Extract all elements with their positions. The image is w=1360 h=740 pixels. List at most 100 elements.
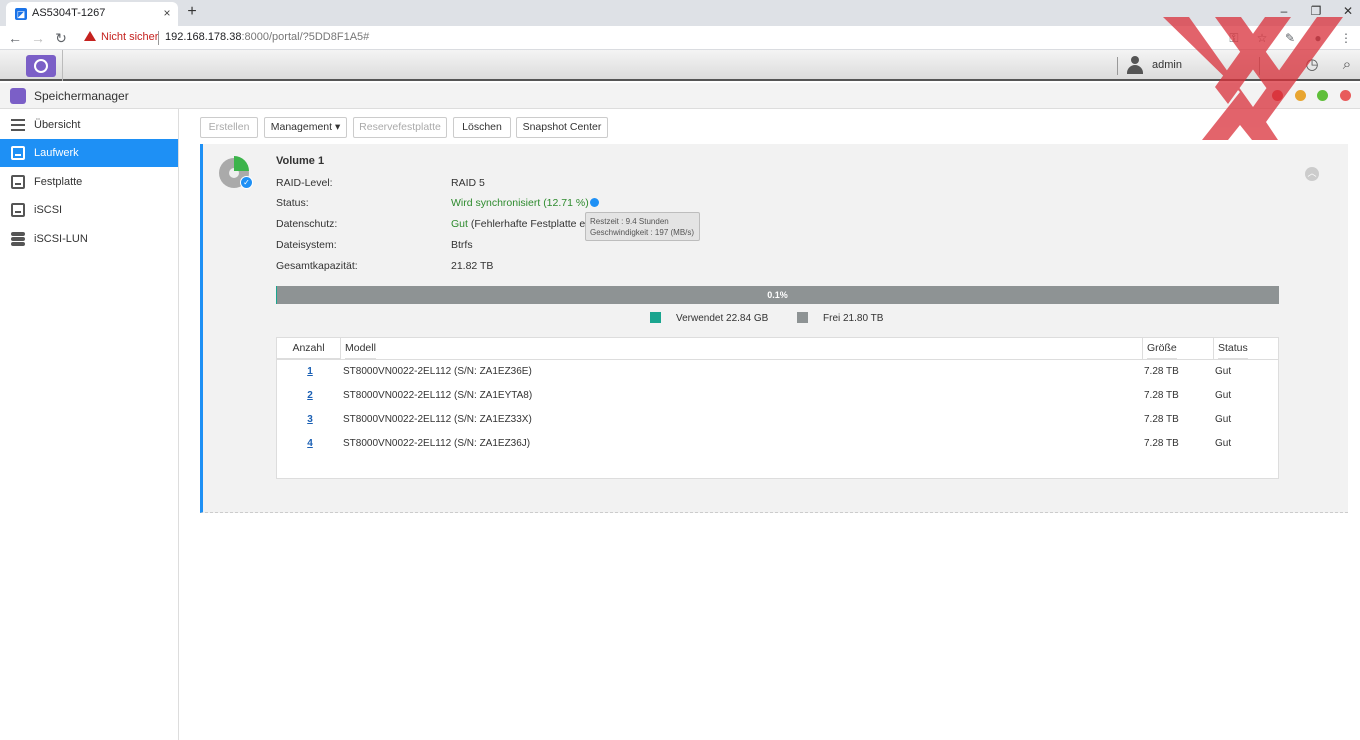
- column-separator: [340, 338, 341, 359]
- url-separator: [158, 31, 159, 45]
- disk-size: 7.28 TB: [1144, 390, 1179, 401]
- window-dot-close[interactable]: [1272, 90, 1283, 101]
- filesystem-label: Dateisystem:: [276, 239, 337, 251]
- sidebar: Übersicht Laufwerk Festplatte iSCSI iSCS…: [0, 109, 179, 740]
- adm-separator: [1259, 57, 1260, 75]
- user-icon[interactable]: [1126, 56, 1144, 74]
- restore-window-button[interactable]: ❐: [1306, 2, 1326, 20]
- info-icon[interactable]: [589, 198, 599, 207]
- table-row: 2 ST8000VN0022-2EL112 (S/N: ZA1EYTA8) 7.…: [277, 384, 1278, 408]
- tooltip-speed: Geschwindigkeit : 197 (MB/s): [590, 228, 695, 237]
- back-arrow-icon[interactable]: ←: [7, 29, 23, 47]
- iscsi-icon: [11, 203, 25, 217]
- disk-number-link[interactable]: 3: [305, 414, 315, 425]
- url-host: 192.168.178.38: [165, 31, 242, 43]
- raid-level-value: RAID 5: [451, 177, 485, 189]
- adm-topbar: admin ◷ ⌕: [0, 50, 1360, 81]
- window-dot-exit[interactable]: [1340, 90, 1351, 101]
- volume-title: Volume 1: [276, 155, 325, 167]
- status-text: Wird synchronisiert (12.71 %): [451, 197, 589, 209]
- minimize-window-button[interactable]: –: [1274, 2, 1294, 20]
- disk-number-link[interactable]: 2: [305, 390, 315, 401]
- sidebar-item-label: Übersicht: [34, 119, 81, 131]
- free-legend-label: Frei 21.80 TB: [823, 313, 884, 324]
- adm-separator: [1117, 57, 1118, 75]
- window-dot-maximize[interactable]: [1317, 90, 1328, 101]
- sidebar-item-disk[interactable]: Festplatte: [0, 168, 178, 196]
- search-icon[interactable]: ⌕: [1337, 55, 1357, 75]
- sidebar-item-iscsi[interactable]: iSCSI: [0, 196, 178, 224]
- sidebar-item-volume[interactable]: Laufwerk: [0, 139, 178, 167]
- raid-level-label: RAID-Level:: [276, 177, 333, 189]
- sidebar-item-overview[interactable]: Übersicht: [0, 111, 178, 139]
- tab-close-icon[interactable]: ×: [160, 5, 174, 21]
- snapshot-center-button[interactable]: Snapshot Center: [516, 117, 608, 138]
- storage-manager-icon: [10, 88, 26, 104]
- username[interactable]: admin: [1152, 59, 1182, 71]
- spare-disk-button[interactable]: Reservefestplatte: [353, 117, 447, 138]
- disk-status: Gut: [1215, 366, 1232, 377]
- capacity-value: 21.82 TB: [451, 260, 494, 272]
- volume-panel: ✓ Volume 1 ︿ RAID-Level: RAID 5 Status: …: [200, 144, 1348, 513]
- url-path: :8000/portal/?5DD8F1A5#: [241, 31, 370, 43]
- sidebar-item-label: Festplatte: [34, 176, 83, 188]
- adm-home-icon[interactable]: [26, 55, 56, 77]
- disk-number-link[interactable]: 1: [305, 366, 315, 377]
- disk-status: Gut: [1215, 390, 1232, 401]
- hard-disk-icon: [11, 175, 25, 189]
- column-separator: [1213, 338, 1214, 359]
- column-separator: [1142, 338, 1143, 359]
- disk-number-link[interactable]: 4: [305, 438, 315, 449]
- usage-percent: 0.1%: [767, 290, 788, 300]
- browser-menu-icon[interactable]: ⋮: [1338, 30, 1354, 46]
- key-icon[interactable]: ⚿: [1226, 30, 1242, 46]
- volume-status-icon: ✓: [219, 156, 253, 190]
- warning-icon: [84, 31, 96, 41]
- new-tab-button[interactable]: +: [184, 3, 200, 21]
- url-field[interactable]: 192.168.178.38:8000/portal/?5DD8F1A5#: [165, 31, 369, 43]
- disk-table: Anzahl Modell Größe Status 1 ST8000VN002…: [276, 337, 1279, 479]
- window-dot-minimize[interactable]: [1295, 90, 1306, 101]
- sidebar-item-label: iSCSI: [34, 204, 63, 216]
- disk-status: Gut: [1215, 438, 1232, 449]
- sidebar-item-label: iSCSI-LUN: [34, 233, 88, 245]
- delete-button[interactable]: Löschen: [453, 117, 511, 138]
- disk-model: ST8000VN0022-2EL112 (S/N: ZA1EZ36E): [343, 366, 532, 377]
- lun-icon: [11, 232, 25, 246]
- capacity-label: Gesamtkapazität:: [276, 260, 358, 272]
- create-button[interactable]: Erstellen: [200, 117, 258, 138]
- protection-good: Gut: [451, 218, 468, 230]
- profile-icon[interactable]: ●: [1310, 30, 1326, 46]
- disk-size: 7.28 TB: [1144, 414, 1179, 425]
- volume-icon: [11, 146, 25, 160]
- star-icon[interactable]: ☆: [1254, 30, 1270, 46]
- management-dropdown[interactable]: Management ▾: [264, 117, 347, 138]
- collapse-icon[interactable]: ︿: [1305, 167, 1319, 181]
- app-titlebar: Speichermanager: [0, 83, 1360, 109]
- used-legend-label: Verwendet 22.84 GB: [676, 313, 769, 324]
- column-header-count: Anzahl: [277, 338, 340, 359]
- adm-divider: [62, 50, 63, 81]
- tooltip-remaining-time: Restzeit : 9.4 Stunden: [590, 217, 669, 226]
- filesystem-value: Btrfs: [451, 239, 473, 251]
- sidebar-item-iscsi-lun[interactable]: iSCSI-LUN: [0, 225, 178, 253]
- security-indicator[interactable]: Nicht sicher: [84, 31, 158, 43]
- browser-tabstrip: ◪ AS5304T-1267 × + – ❐ ✕: [0, 0, 1360, 26]
- reload-icon[interactable]: ↻: [53, 29, 69, 47]
- column-header-size: Größe: [1147, 338, 1177, 359]
- browser-address-bar: ← → ↻ Nicht sicher 192.168.178.38:8000/p…: [0, 26, 1360, 50]
- notification-icon[interactable]: ◷: [1302, 55, 1322, 75]
- disk-size: 7.28 TB: [1144, 366, 1179, 377]
- used-legend-swatch: [650, 312, 661, 323]
- browser-tab[interactable]: ◪ AS5304T-1267 ×: [6, 2, 178, 26]
- tab-favicon-icon: ◪: [15, 8, 27, 20]
- disk-model: ST8000VN0022-2EL112 (S/N: ZA1EZ36J): [343, 438, 531, 449]
- forward-arrow-icon[interactable]: →: [30, 29, 46, 47]
- app-title: Speichermanager: [34, 89, 129, 103]
- disk-status: Gut: [1215, 414, 1232, 425]
- column-header-model: Modell: [345, 338, 376, 359]
- tab-title: AS5304T-1267: [32, 7, 106, 19]
- close-window-button[interactable]: ✕: [1338, 2, 1358, 20]
- extension-icon[interactable]: ✎: [1282, 30, 1298, 46]
- status-value: Wird synchronisiert (12.71 %): [451, 197, 599, 209]
